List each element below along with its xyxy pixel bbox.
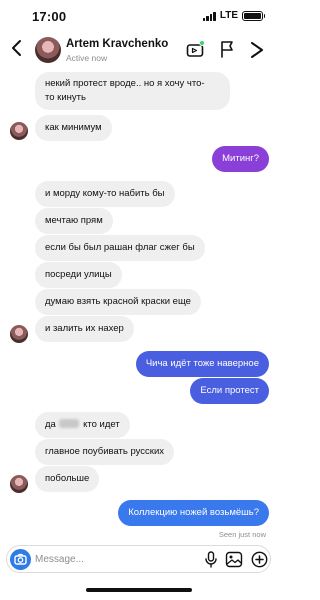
sender-avatar[interactable] xyxy=(10,325,28,343)
home-indicator[interactable] xyxy=(86,588,192,592)
online-status-dot xyxy=(199,40,205,46)
seen-receipt: Seen just now xyxy=(218,530,266,539)
contact-status: Active now xyxy=(66,53,108,63)
status-bar: 17:00 LTE xyxy=(0,0,277,30)
message-outgoing[interactable]: Если протест xyxy=(190,378,269,404)
message-outgoing[interactable]: Коллекцию ножей возьмёшь? xyxy=(118,500,269,526)
gallery-icon[interactable] xyxy=(225,551,243,568)
sticker-icon[interactable] xyxy=(251,551,268,568)
battery-icon xyxy=(242,10,265,21)
microphone-icon[interactable] xyxy=(204,551,218,568)
sender-avatar[interactable] xyxy=(10,475,28,493)
info-icon[interactable] xyxy=(250,41,264,59)
message-incoming[interactable]: да кто идет xyxy=(35,412,130,438)
message-incoming[interactable]: посреди улицы xyxy=(35,262,122,288)
signal-icon xyxy=(202,11,216,21)
message-incoming[interactable]: и морду кому-то набить бы xyxy=(35,181,175,207)
message-incoming[interactable]: главное поубивать русских xyxy=(35,439,174,465)
sender-avatar[interactable] xyxy=(10,122,28,140)
message-input[interactable] xyxy=(35,550,185,568)
message-incoming[interactable]: некий протест вроде.. но я хочу что- то … xyxy=(35,72,230,110)
back-icon[interactable] xyxy=(9,38,25,58)
message-incoming[interactable]: если бы был рашан флаг сжег бы xyxy=(35,235,205,261)
redacted-word xyxy=(59,419,80,428)
status-time: 17:00 xyxy=(32,9,67,24)
message-outgoing[interactable]: Митинг? xyxy=(212,146,269,172)
message-incoming[interactable]: думаю взять красной краски еще xyxy=(35,289,201,315)
status-indicators: LTE xyxy=(202,10,265,21)
contact-avatar[interactable] xyxy=(35,37,61,63)
chat-header: Artem Kravchenko Active now xyxy=(0,30,277,70)
message-text: некий протест вроде.. но я хочу что- xyxy=(45,78,205,89)
flag-icon[interactable] xyxy=(219,40,235,58)
camera-button[interactable] xyxy=(10,549,31,570)
network-type: LTE xyxy=(219,10,238,21)
message-text: то кинуть xyxy=(45,92,86,103)
message-composer xyxy=(6,545,271,573)
message-outgoing[interactable]: Чича идёт тоже наверное xyxy=(135,351,269,377)
message-incoming[interactable]: как минимум xyxy=(35,115,112,141)
message-incoming[interactable]: мечтаю прям xyxy=(35,208,113,234)
message-text: да xyxy=(45,419,56,430)
message-text: кто идет xyxy=(83,419,120,430)
camera-icon xyxy=(14,553,27,565)
message-incoming[interactable]: побольше xyxy=(35,466,100,492)
message-incoming[interactable]: и залить их нахер xyxy=(35,316,134,342)
contact-name[interactable]: Artem Kravchenko xyxy=(66,38,168,50)
